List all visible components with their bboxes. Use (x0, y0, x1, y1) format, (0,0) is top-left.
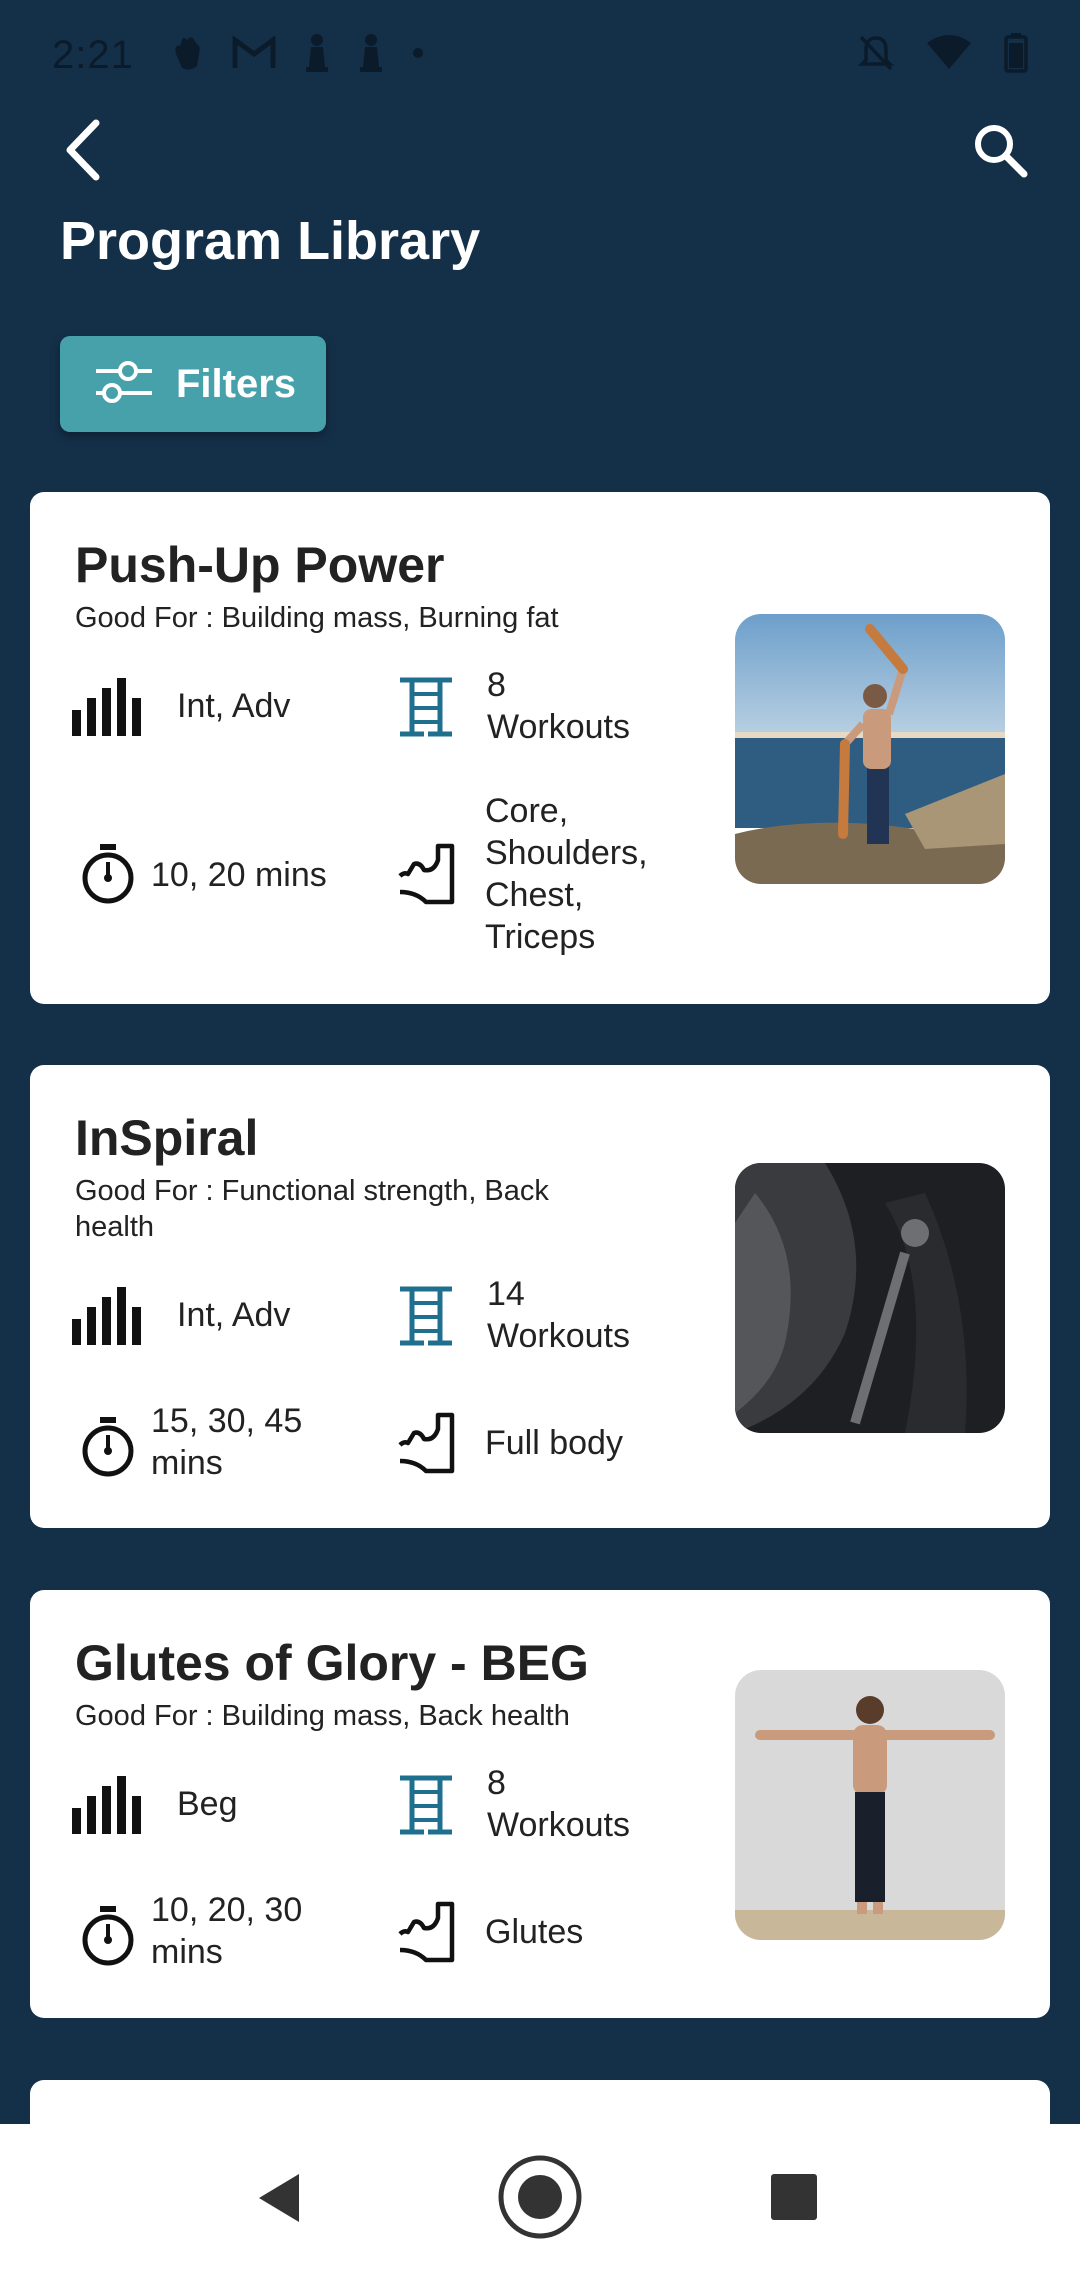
program-good-for: Good For : Building mass, Back health (75, 1700, 570, 1732)
flexed-arm-icon (390, 838, 462, 910)
program-workouts: 8 Workouts (487, 666, 630, 746)
flexed-arm-icon (390, 1896, 462, 1968)
program-muscles: Full body (485, 1424, 623, 1462)
difficulty-icon (72, 670, 144, 742)
program-muscles: Core, Shoulders, Chest, Triceps (485, 792, 648, 956)
program-card[interactable]: Glutes of Glory - BEG Good For : Buildin… (30, 1590, 1050, 2018)
program-level: Beg (177, 1785, 238, 1823)
program-duration: 15, 30, 45 mins (151, 1402, 303, 1482)
program-good-for: Good For : Building mass, Burning fat (75, 602, 559, 634)
chess-piece-icon (358, 33, 384, 78)
program-workouts: 14 Workouts (487, 1275, 630, 1355)
program-duration: 10, 20 mins (151, 856, 327, 894)
filters-label: Filters (176, 361, 297, 406)
back-button[interactable] (50, 110, 114, 194)
stopwatch-icon (72, 1411, 144, 1483)
battery-icon (1004, 32, 1028, 78)
program-image (735, 1670, 1005, 1940)
stopwatch-icon (72, 838, 144, 910)
search-icon (972, 122, 1028, 183)
ladder-icon (390, 1768, 462, 1840)
program-title: Glutes of Glory - BEG (75, 1635, 589, 1691)
notification-dot-icon (412, 46, 424, 64)
difficulty-icon (72, 1768, 144, 1840)
ladder-icon (390, 1279, 462, 1351)
chess-piece-icon (304, 33, 330, 78)
system-nav-bar (0, 2124, 1080, 2270)
program-image (735, 1163, 1005, 1433)
program-title: InSpiral (75, 1110, 259, 1166)
gesture-icon (170, 34, 204, 77)
difficulty-icon (72, 1279, 144, 1351)
program-good-for: Good For : Functional strength, Back hea… (75, 1175, 549, 1243)
program-card[interactable]: InSpiral Good For : Functional strength,… (30, 1065, 1050, 1528)
program-muscles: Glutes (485, 1913, 584, 1951)
nav-back-icon[interactable] (255, 2172, 303, 2229)
status-time: 2:21 (52, 32, 134, 77)
nav-home-icon[interactable] (497, 2154, 583, 2245)
back-arrow-icon (62, 119, 102, 186)
program-title: Push-Up Power (75, 537, 445, 593)
status-bar: 2:21 (0, 0, 1080, 110)
nav-recent-icon[interactable] (771, 2174, 817, 2225)
program-card[interactable]: Push-Up Power Good For : Building mass, … (30, 492, 1050, 1004)
filters-button[interactable]: Filters (60, 336, 326, 432)
page-title: Program Library (60, 211, 481, 271)
flexed-arm-icon (390, 1407, 462, 1479)
program-level: Int, Adv (177, 687, 291, 725)
search-button[interactable] (962, 110, 1038, 194)
program-level: Int, Adv (177, 1296, 291, 1334)
program-duration: 10, 20, 30 mins (151, 1891, 303, 1971)
notifications-off-icon (857, 34, 895, 77)
program-image (735, 614, 1005, 884)
gmail-icon (232, 34, 276, 75)
stopwatch-icon (72, 1900, 144, 1972)
app-bar (0, 110, 1080, 220)
sliders-icon (94, 357, 154, 412)
program-workouts: 8 Workouts (487, 1764, 630, 1844)
ladder-icon (390, 670, 462, 742)
wifi-icon (926, 34, 972, 76)
